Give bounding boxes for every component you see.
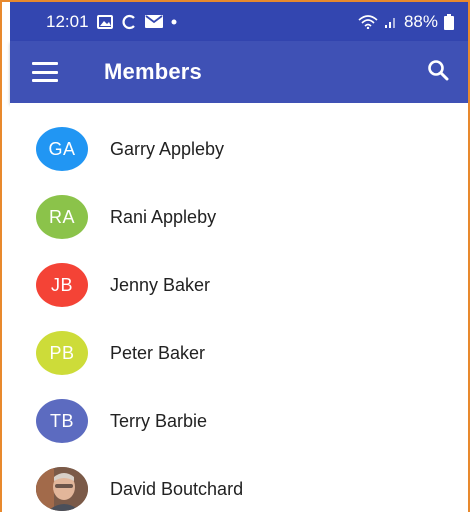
status-right: 88% bbox=[358, 12, 454, 32]
app-bar: Members bbox=[10, 41, 468, 103]
page-title: Members bbox=[104, 59, 202, 84]
signal-icon bbox=[384, 15, 398, 29]
list-item[interactable]: GA Garry Appleby bbox=[10, 115, 468, 183]
status-left: 12:01 bbox=[46, 12, 177, 32]
app-frame: 12:01 88% Members GA Garry Appleby RA Ra… bbox=[0, 0, 470, 512]
member-name: Peter Baker bbox=[110, 342, 206, 363]
search-icon bbox=[427, 59, 449, 86]
search-button[interactable] bbox=[422, 56, 454, 88]
status-time: 12:01 bbox=[46, 11, 89, 31]
dot-icon bbox=[171, 19, 177, 25]
battery-percent: 88% bbox=[403, 11, 438, 31]
member-name: David Boutchard bbox=[110, 478, 244, 499]
mail-icon bbox=[144, 15, 163, 28]
avatar: JB bbox=[36, 263, 88, 307]
avatar: PB bbox=[36, 331, 88, 375]
avatar-photo bbox=[36, 467, 88, 511]
member-name: Garry Appleby bbox=[110, 138, 225, 159]
member-name: Terry Barbie bbox=[110, 410, 208, 431]
list-item[interactable]: TB Terry Barbie bbox=[10, 387, 468, 455]
member-name: Jenny Baker bbox=[110, 274, 211, 295]
list-item[interactable]: RA Rani Appleby bbox=[10, 183, 468, 251]
status-bar: 12:01 88% bbox=[10, 2, 468, 41]
wifi-icon bbox=[358, 14, 378, 29]
member-name: Rani Appleby bbox=[110, 206, 217, 227]
gallery-icon bbox=[96, 14, 113, 29]
avatar: GA bbox=[36, 127, 88, 171]
battery-icon bbox=[444, 13, 454, 30]
list-item[interactable]: PB Peter Baker bbox=[10, 319, 468, 387]
list-item[interactable]: JB Jenny Baker bbox=[10, 251, 468, 319]
members-list: GA Garry Appleby RA Rani Appleby JB Jenn… bbox=[10, 103, 468, 512]
menu-line bbox=[32, 62, 58, 65]
menu-line bbox=[32, 79, 58, 82]
menu-icon[interactable] bbox=[32, 62, 58, 82]
list-item[interactable]: David Boutchard bbox=[10, 455, 468, 512]
menu-line bbox=[32, 70, 58, 74]
sync-icon bbox=[121, 14, 137, 30]
avatar: TB bbox=[36, 399, 88, 443]
person-photo-icon bbox=[36, 467, 88, 511]
avatar: RA bbox=[36, 195, 88, 239]
